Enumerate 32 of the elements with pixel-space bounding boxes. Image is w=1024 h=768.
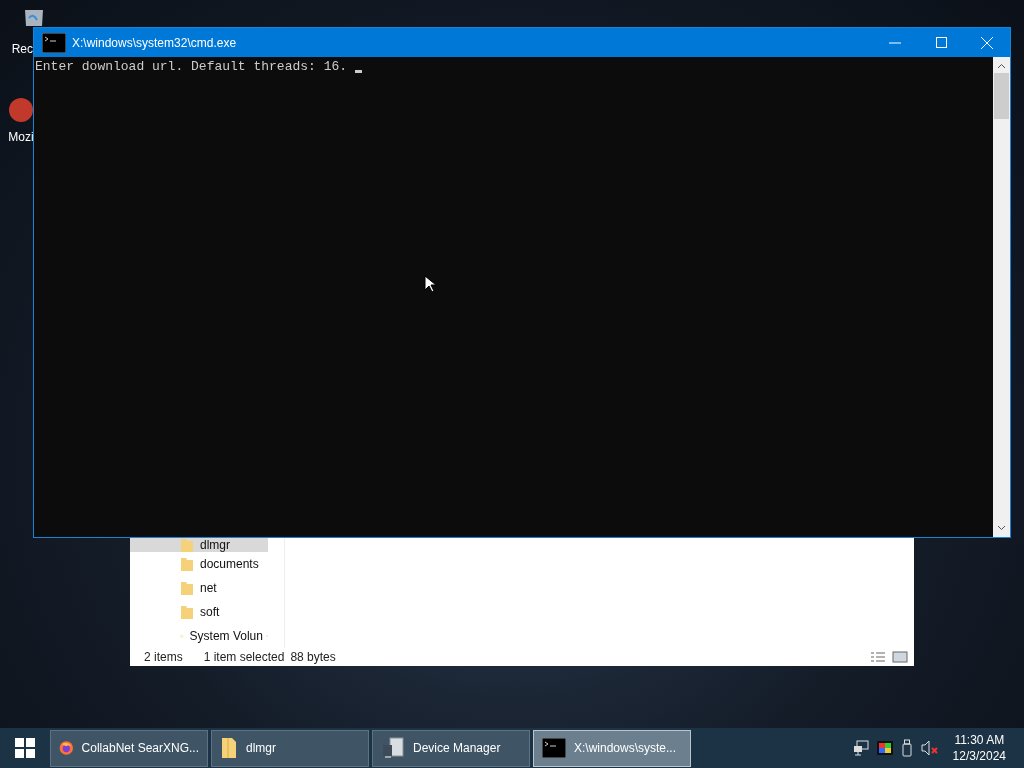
taskbar-button[interactable]: X:\windows\syste...: [533, 729, 691, 767]
console-icon: [42, 32, 66, 53]
browser-icon[interactable]: [7, 96, 35, 124]
desktop-icon-label[interactable]: Mozi: [8, 128, 34, 146]
scrollbar[interactable]: [993, 57, 1010, 537]
windows-logo-icon: [15, 738, 35, 758]
scroll-up-icon[interactable]: [997, 63, 1006, 69]
window-title: X:\windows\system32\cmd.exe: [72, 34, 237, 52]
muted-speaker-icon[interactable]: [920, 740, 939, 756]
mouse-pointer-icon: [424, 275, 436, 293]
computer-icon: [381, 736, 405, 760]
console-text: Enter download url. Default threads: 16.: [35, 59, 349, 75]
desktop-icon-label[interactable]: Rec: [11, 42, 33, 56]
status-item-count: 2 items: [144, 649, 183, 666]
console-icon: [542, 738, 566, 758]
taskbar-button[interactable]: Device Manager: [372, 729, 530, 767]
status-selection: 1 item selected: [203, 649, 285, 666]
status-size: 88 bytes: [290, 649, 336, 666]
close-icon: [981, 36, 993, 49]
scroll-down-icon[interactable]: [997, 525, 1006, 531]
taskbar-button[interactable]: CollabNet SearXNG...: [50, 729, 208, 767]
maximize-icon: [935, 37, 947, 48]
network-icon[interactable]: [852, 740, 869, 756]
taskbar-button[interactable]: dlmgr: [211, 729, 369, 767]
minimize-icon: [889, 41, 901, 44]
tiles-view-icon[interactable]: [892, 651, 908, 663]
navigation-item[interactable]: dlmgr: [130, 538, 268, 552]
usb-drive-icon[interactable]: [900, 739, 913, 757]
scrollbar-thumb[interactable]: [994, 73, 1009, 119]
clock[interactable]: 11:30 AM 12/3/2024: [952, 732, 1006, 764]
recycle-bin-icon[interactable]: [23, 8, 45, 26]
color-display-icon[interactable]: [876, 741, 893, 755]
